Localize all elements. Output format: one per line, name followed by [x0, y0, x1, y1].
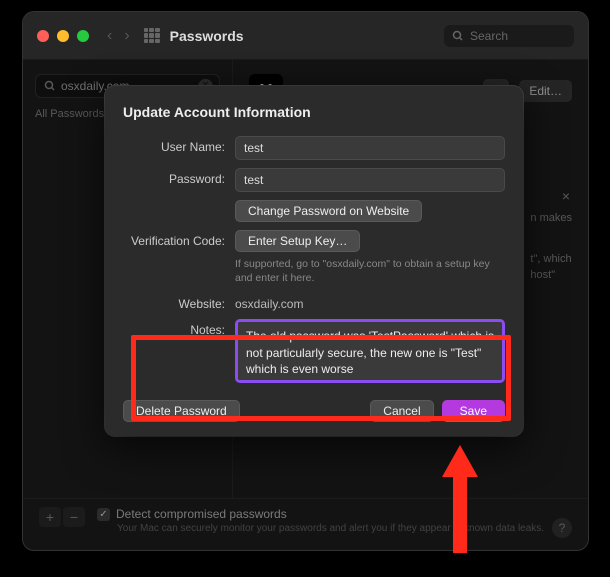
- notes-label: Notes:: [123, 319, 235, 337]
- apps-grid-icon[interactable]: [144, 28, 160, 44]
- website-label: Website:: [123, 293, 235, 311]
- notes-row: Notes:: [123, 319, 505, 386]
- username-row: User Name:: [123, 136, 505, 160]
- delete-password-button[interactable]: Delete Password: [123, 400, 240, 422]
- nav-back-icon[interactable]: ‹: [107, 27, 112, 45]
- save-button[interactable]: Save: [442, 400, 505, 422]
- titlebar-title: Passwords: [170, 28, 444, 44]
- traffic-lights: [37, 30, 89, 42]
- username-label: User Name:: [123, 136, 235, 154]
- passwords-window: ‹ › Passwords Search osxdaily.com ✕ All …: [23, 12, 588, 550]
- notes-textarea[interactable]: [235, 319, 505, 383]
- titlebar-search-placeholder: Search: [470, 29, 508, 43]
- minimize-window-button[interactable]: [57, 30, 69, 42]
- nav-forward-icon[interactable]: ›: [124, 27, 129, 45]
- website-row: Website: osxdaily.com: [123, 293, 505, 311]
- nav-arrows: ‹ ›: [107, 27, 130, 45]
- verification-label: Verification Code:: [123, 230, 235, 248]
- titlebar-search[interactable]: Search: [444, 25, 574, 47]
- change-password-row: Change Password on Website: [123, 200, 505, 222]
- website-value: osxdaily.com: [235, 293, 505, 311]
- username-input[interactable]: [235, 136, 505, 160]
- enter-setup-key-button[interactable]: Enter Setup Key…: [235, 230, 360, 252]
- verification-row: Verification Code: Enter Setup Key… If s…: [123, 230, 505, 285]
- password-input[interactable]: [235, 168, 505, 192]
- password-row: Password:: [123, 168, 505, 192]
- zoom-window-button[interactable]: [77, 30, 89, 42]
- password-label: Password:: [123, 168, 235, 186]
- setup-key-hint: If supported, go to "osxdaily.com" to ob…: [235, 257, 505, 285]
- cancel-button[interactable]: Cancel: [370, 400, 433, 422]
- titlebar: ‹ › Passwords Search: [23, 12, 588, 60]
- change-password-button[interactable]: Change Password on Website: [235, 200, 422, 222]
- sheet-footer: Delete Password Cancel Save: [123, 400, 505, 422]
- sheet-title: Update Account Information: [123, 104, 505, 120]
- update-account-sheet: Update Account Information User Name: Pa…: [105, 86, 523, 436]
- search-icon: [452, 30, 464, 42]
- close-window-button[interactable]: [37, 30, 49, 42]
